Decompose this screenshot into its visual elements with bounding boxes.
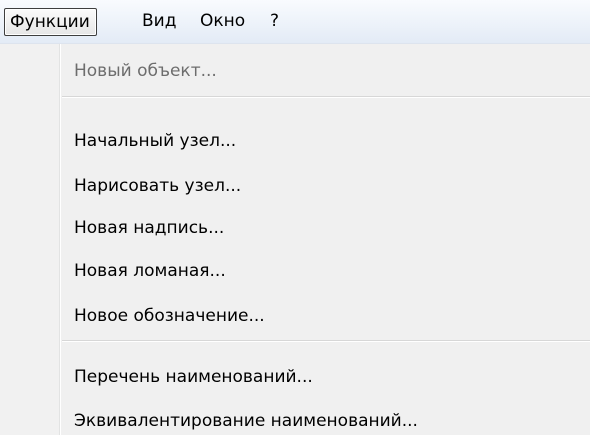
- menu-item-start-node[interactable]: Начальный узел...: [74, 130, 236, 152]
- menu-item-new-polyline[interactable]: Новая ломаная...: [74, 260, 226, 282]
- menu-view[interactable]: Вид: [140, 8, 178, 36]
- menu-item-new-object: Новый объект...: [74, 61, 217, 81]
- menu-functions[interactable]: Функции: [4, 8, 97, 36]
- menu-bar: Функции Вид Окно ?: [0, 0, 590, 44]
- gutter-divider: [60, 44, 61, 435]
- menu-item-names-equivalence[interactable]: Эквивалентирование наименований...: [74, 410, 418, 432]
- menu-item-draw-node[interactable]: Нарисовать узел...: [74, 175, 241, 197]
- menu-item-names-list[interactable]: Перечень наименований...: [74, 366, 313, 388]
- menu-separator: [62, 96, 590, 98]
- menu-icon-gutter: [0, 44, 60, 435]
- menu-item-new-designation[interactable]: Новое обозначение...: [74, 305, 265, 327]
- functions-dropdown-menu: Новый объект... Начальный узел... Нарисо…: [0, 44, 590, 435]
- menu-item-new-label[interactable]: Новая надпись...: [74, 217, 224, 239]
- menu-help[interactable]: ?: [268, 8, 281, 36]
- menu-separator: [62, 340, 590, 342]
- menu-window[interactable]: Окно: [198, 8, 247, 36]
